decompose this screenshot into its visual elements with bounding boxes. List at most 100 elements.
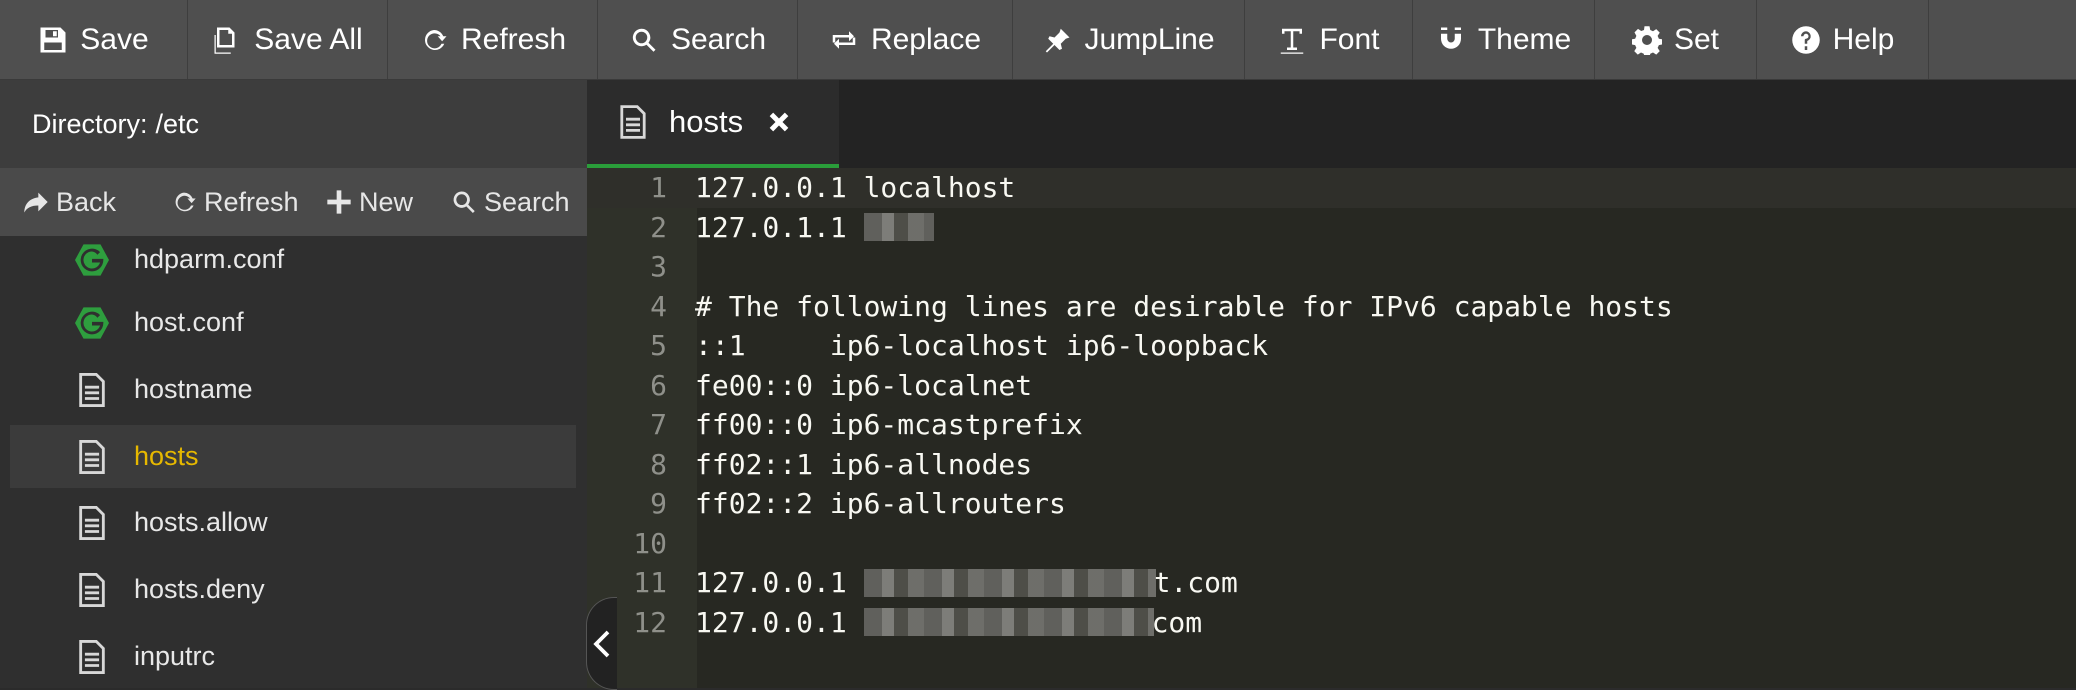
line-text: ff00::0 ip6-mcastprefix <box>695 408 1083 442</box>
text-file-icon <box>619 105 647 139</box>
file-name: host.conf <box>134 307 244 337</box>
redacted-domain <box>863 568 1156 597</box>
code-line: 4 # The following lines are desirable fo… <box>587 287 2076 327</box>
directory-header: Directory: /etc <box>0 80 587 168</box>
chevron-left-icon <box>593 630 610 657</box>
set-button[interactable]: Set <box>1595 0 1757 79</box>
search-label: Search <box>670 22 767 56</box>
replace-button[interactable]: Replace <box>798 0 1013 79</box>
code-line: 8 ff02::1 ip6-allnodes <box>587 445 2076 485</box>
code-line: 3 <box>587 247 2076 287</box>
search-icon <box>453 191 475 213</box>
refresh-icon <box>424 29 447 50</box>
back-button[interactable]: Back <box>22 187 170 218</box>
text-file-icon <box>74 639 110 675</box>
file-item-hosts-allow[interactable]: hosts.allow <box>10 491 576 554</box>
tab-label: hosts <box>669 104 744 139</box>
sidebar-refresh-button[interactable]: Refresh <box>170 187 325 218</box>
sidebar-search-label: Search <box>484 186 570 217</box>
line-text: ff02::1 ip6-allnodes <box>695 447 1033 481</box>
collapse-sidebar-button[interactable] <box>586 597 617 690</box>
sidebar-refresh-label: Refresh <box>204 186 299 217</box>
config-file-icon <box>74 242 110 278</box>
help-icon <box>1791 25 1820 54</box>
pin-icon <box>1046 27 1070 52</box>
file-name: inputrc <box>134 641 216 671</box>
font-icon <box>1281 28 1304 54</box>
file-item-hosts[interactable]: hosts <box>10 425 576 488</box>
code-line: 12 127.0.0.1 com <box>587 603 2076 643</box>
refresh-label: Refresh <box>460 22 567 56</box>
line-text: fe00::0 ip6-localnet <box>695 368 1033 402</box>
new-button[interactable]: New <box>325 187 450 218</box>
line-tail: com <box>1151 605 1203 639</box>
jumpline-label: JumpLine <box>1084 22 1215 56</box>
replace-label: Replace <box>870 22 982 56</box>
theme-label: Theme <box>1477 22 1572 56</box>
line-text: 127.0.0.1 <box>695 566 864 600</box>
file-item-hdparm-conf[interactable]: hdparm.conf <box>10 228 576 291</box>
line-number: 4 <box>650 289 667 323</box>
set-label: Set <box>1673 22 1720 56</box>
text-file-icon <box>74 505 110 541</box>
file-name: hosts.deny <box>134 574 265 604</box>
search-button[interactable]: Search <box>598 0 798 79</box>
file-name: hdparm.conf <box>134 244 285 274</box>
redacted-hostname <box>863 213 934 242</box>
gear-icon <box>1631 25 1662 55</box>
back-label: Back <box>56 186 117 217</box>
replace-icon <box>832 30 856 49</box>
line-text: 127.0.0.1 localhost <box>695 171 1016 205</box>
search-icon <box>632 28 656 52</box>
line-number: 9 <box>650 487 667 521</box>
code-line: 11 127.0.0.1 t.com <box>587 563 2076 603</box>
jumpline-button[interactable]: JumpLine <box>1013 0 1245 79</box>
file-name: hosts <box>134 441 199 471</box>
code-editor[interactable]: 1 127.0.0.1 localhost 2 127.0.1.1 3 4 # … <box>587 168 2076 688</box>
file-item-hostname[interactable]: hostname <box>10 358 576 421</box>
text-file-icon <box>74 572 110 608</box>
code-line: 10 <box>587 524 2076 564</box>
line-number: 11 <box>633 566 667 600</box>
redacted-domain <box>863 608 1154 637</box>
theme-button[interactable]: Theme <box>1413 0 1595 79</box>
line-number: 8 <box>650 447 667 481</box>
code-line: 9 ff02::2 ip6-allrouters <box>587 484 2076 524</box>
help-label: Help <box>1832 22 1895 56</box>
line-text: 127.0.1.1 <box>695 210 864 244</box>
save-all-icon <box>214 27 235 54</box>
sidebar-search-button[interactable]: Search <box>450 187 578 218</box>
code-line: 2 127.0.1.1 <box>587 208 2076 248</box>
file-item-inputrc[interactable]: inputrc <box>10 625 576 688</box>
file-item-host-conf[interactable]: host.conf <box>10 291 576 354</box>
line-number: 3 <box>650 250 667 284</box>
refresh-button[interactable]: Refresh <box>388 0 598 79</box>
directory-label: Directory: <box>32 108 148 139</box>
save-all-button[interactable]: Save All <box>188 0 388 79</box>
text-file-icon <box>74 372 110 408</box>
save-button[interactable]: Save <box>0 0 188 79</box>
code-line: 5 ::1 ip6-localhost ip6-loopback <box>587 326 2076 366</box>
editor-tab-bar: hosts <box>587 80 2076 168</box>
file-browser-sidebar: Directory: /etc Back Refresh New Search … <box>0 80 587 688</box>
plus-icon <box>327 190 351 214</box>
line-text: ff02::2 ip6-allrouters <box>695 487 1066 521</box>
file-name: hostname <box>134 374 253 404</box>
line-text: # The following lines are desirable for … <box>695 289 1673 323</box>
font-button[interactable]: Font <box>1245 0 1413 79</box>
help-button[interactable]: Help <box>1757 0 1929 79</box>
new-label: New <box>359 186 414 217</box>
magnet-icon <box>1440 27 1461 49</box>
file-name: hosts.allow <box>134 507 268 537</box>
file-item-hosts-deny[interactable]: hosts.deny <box>10 558 576 621</box>
line-number: 5 <box>650 329 667 363</box>
directory-path: /etc <box>155 108 200 139</box>
save-icon <box>40 27 66 52</box>
save-label: Save <box>80 22 149 56</box>
tab-hosts[interactable]: hosts <box>587 80 839 168</box>
line-number: 2 <box>650 210 667 244</box>
line-text: ::1 ip6-localhost ip6-loopback <box>695 329 1269 363</box>
line-number: 1 <box>650 171 667 205</box>
close-icon[interactable] <box>765 108 793 136</box>
config-file-icon <box>74 305 110 341</box>
